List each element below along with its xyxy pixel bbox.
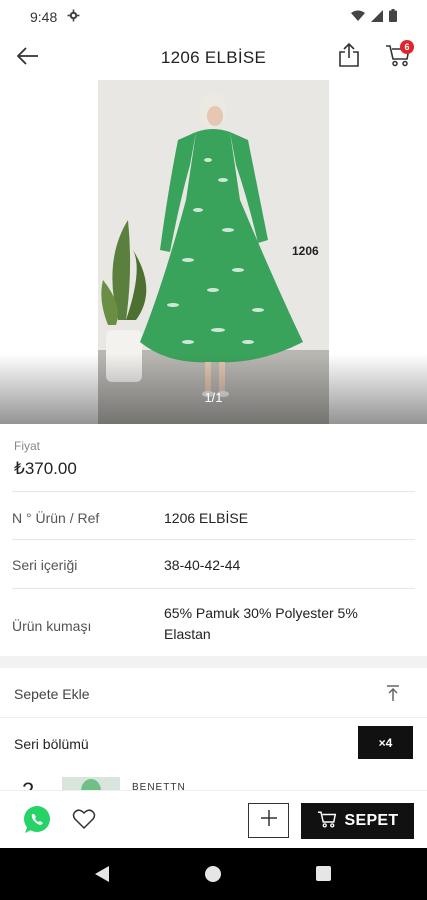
collapse-icon[interactable] bbox=[384, 684, 402, 707]
ref-value: 1206 ELBİSE bbox=[164, 510, 249, 526]
bottom-action-bar: SEPET bbox=[0, 790, 427, 848]
whatsapp-icon bbox=[22, 806, 52, 839]
series-section-label: Seri bölümü bbox=[14, 736, 89, 752]
nav-recents-icon[interactable] bbox=[316, 866, 331, 881]
plus-icon bbox=[259, 808, 279, 833]
status-time: 9:48 bbox=[30, 9, 58, 25]
cart-icon bbox=[317, 810, 337, 833]
add-to-cart-button[interactable]: SEPET bbox=[301, 803, 414, 839]
fabric-label: Ürün kumaşı bbox=[12, 618, 92, 634]
add-button[interactable] bbox=[248, 803, 289, 838]
divider bbox=[12, 539, 415, 540]
series-label: Seri içeriği bbox=[12, 557, 78, 573]
cart-button[interactable]: 6 bbox=[380, 40, 416, 74]
fabric-value: 65% Pamuk 30% Polyester 5% Elastan bbox=[164, 605, 358, 642]
variant-thumbnail[interactable] bbox=[62, 777, 120, 791]
add-to-cart-label: SEPET bbox=[344, 812, 399, 829]
cart-count-badge: 6 bbox=[400, 40, 414, 54]
section-separator bbox=[0, 656, 427, 668]
share-button[interactable] bbox=[334, 40, 364, 74]
price-value: ₺370.00 bbox=[14, 459, 77, 478]
app-bar: 1206 ELBİSE 6 bbox=[0, 34, 427, 80]
series-value: 38-40-42-44 bbox=[164, 557, 241, 573]
gallery-shade bbox=[0, 354, 427, 424]
settings-gear-icon bbox=[67, 9, 80, 25]
favorite-button[interactable] bbox=[72, 808, 98, 832]
signal-icon bbox=[371, 9, 383, 25]
image-model-label: 1206 bbox=[292, 244, 319, 258]
heart-icon bbox=[72, 809, 96, 834]
status-icons bbox=[351, 9, 397, 25]
page-indicator: 1/1 bbox=[204, 390, 223, 405]
ref-label: N ° Ürün / Ref bbox=[12, 510, 100, 526]
add-to-cart-section-title: Sepete Ekle bbox=[14, 686, 90, 702]
price-label: Fiyat bbox=[14, 439, 41, 453]
whatsapp-button[interactable] bbox=[22, 805, 52, 835]
product-gallery[interactable]: 1206 1/1 bbox=[0, 80, 427, 424]
nav-home-icon[interactable] bbox=[205, 866, 221, 882]
series-quantity-chip[interactable]: ×4 bbox=[358, 726, 413, 759]
divider bbox=[12, 588, 415, 589]
divider bbox=[12, 491, 415, 492]
share-icon bbox=[338, 42, 360, 73]
system-nav-bar bbox=[0, 848, 427, 900]
status-bar: 9:48 bbox=[0, 0, 427, 34]
wifi-icon bbox=[351, 9, 365, 25]
nav-back-icon[interactable] bbox=[94, 865, 110, 888]
battery-icon bbox=[389, 9, 397, 25]
divider bbox=[0, 717, 427, 718]
